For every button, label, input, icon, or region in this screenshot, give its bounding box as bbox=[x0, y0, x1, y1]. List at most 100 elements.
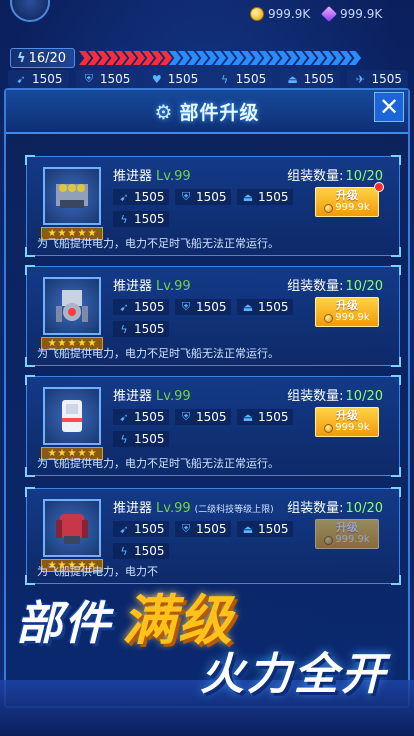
card-corner bbox=[391, 467, 401, 477]
part-description: 为飞船提供电力，电力不足时飞船无法正常运行。 bbox=[37, 457, 279, 470]
part-level: Lv.99 bbox=[156, 389, 191, 404]
lightning-icon: ϟ bbox=[120, 544, 128, 558]
turret-icon: ⏏ bbox=[242, 410, 254, 424]
gem-counter: 999.9K bbox=[321, 4, 383, 24]
stat-value: 1505 bbox=[99, 72, 131, 86]
card-corner bbox=[25, 487, 35, 497]
turret-stat: ⏏ 1505 bbox=[237, 409, 293, 425]
turret-stat: ⏏ 1505 bbox=[237, 189, 293, 205]
upgrade-cost: 999.9k bbox=[316, 312, 378, 324]
attack-stat: ➹ 1505 bbox=[113, 299, 169, 315]
part-card[interactable]: ★ ★ ★ ★ ★ 推进器 Lv.99 组装数量: 10/20 ➹ 1505 ⛨ 1505 ⏏ 1… bbox=[25, 265, 401, 367]
upgrade-label: 升级 bbox=[336, 189, 358, 202]
panel-title: ⚙ 部件升级 bbox=[155, 98, 260, 125]
energy-stat: ϟ 1505 bbox=[113, 211, 169, 227]
slogan-part-a: 部件 bbox=[16, 596, 112, 650]
attack-value: 1505 bbox=[134, 190, 165, 204]
stat-value: 1505 bbox=[371, 72, 402, 86]
upgrade-cost: 999.9k bbox=[316, 534, 378, 546]
gem-icon bbox=[321, 6, 337, 22]
turret-icon: ⏏ bbox=[242, 300, 254, 314]
defense-stat: ⛨ 1505 bbox=[175, 409, 231, 425]
attack-stat: ➹ 1505 bbox=[113, 521, 169, 537]
shield-icon: ⛨ bbox=[181, 410, 191, 423]
stat-item: ⏏ 1505 bbox=[279, 70, 341, 88]
upgrade-cost: 999.9k bbox=[316, 202, 378, 214]
upgrade-label: 升级 bbox=[336, 521, 358, 534]
energy-stat: ϟ 1505 bbox=[113, 543, 169, 559]
player-avatar[interactable] bbox=[10, 0, 50, 22]
energy-segment bbox=[79, 51, 92, 65]
attack-value: 1505 bbox=[134, 410, 165, 424]
defense-stat: ⛨ 1505 bbox=[175, 521, 231, 537]
energy-stat-value: 1505 bbox=[134, 432, 165, 446]
stat-value: 1505 bbox=[32, 72, 63, 86]
upgrade-cost-value: 999.9k bbox=[335, 534, 370, 545]
thruster-icon bbox=[62, 400, 82, 432]
thruster-icon bbox=[56, 290, 88, 322]
upgrade-button[interactable]: 升级 999.9k bbox=[315, 519, 379, 549]
alert-dot bbox=[374, 182, 384, 192]
energy-badge: ϟ 16/20 bbox=[10, 48, 76, 68]
attack-value: 1505 bbox=[134, 300, 165, 314]
turret-icon: ⏏ bbox=[242, 190, 254, 204]
upgrade-button[interactable]: 升级 999.9k bbox=[315, 407, 379, 437]
defense-value: 1505 bbox=[196, 522, 227, 536]
panel-title-text: 部件升级 bbox=[179, 102, 260, 124]
assembly-count: 组装数量: 10/20 bbox=[287, 385, 383, 404]
shield-icon: ⛨ bbox=[181, 300, 191, 313]
part-card[interactable]: ★ ★ ★ ★ ★ 推进器 Lv.99 组装数量: 10/20 ➹ 1505 ⛨ 1505 ⏏ 1… bbox=[25, 375, 401, 477]
part-name-text: 推进器 bbox=[113, 279, 153, 294]
shield-icon: ⛨ bbox=[84, 72, 94, 85]
energy-stat-value: 1505 bbox=[134, 212, 165, 226]
assembly-count: 组装数量: 10/20 bbox=[287, 165, 383, 184]
part-card[interactable]: ★ ★ ★ ★ ★ 推进器 Lv.99 组装数量: 10/20 ➹ 1505 ⛨ 1505 ⏏ 1… bbox=[25, 155, 401, 257]
coin-icon bbox=[324, 203, 334, 213]
part-name: 推进器 Lv.99 bbox=[113, 275, 195, 294]
part-level: Lv.99 bbox=[156, 501, 191, 516]
assembly-count: 组装数量: 10/20 bbox=[287, 497, 383, 516]
upgrade-button[interactable]: 升级 999.9k bbox=[315, 297, 379, 327]
close-button[interactable]: ✕ bbox=[374, 92, 404, 122]
energy-bar bbox=[79, 51, 406, 65]
card-corner bbox=[391, 247, 401, 257]
gear-icon: ⚙ bbox=[154, 99, 174, 124]
coin-value: 999.9K bbox=[268, 7, 311, 21]
ship-icon: ✈ bbox=[355, 72, 366, 86]
count-label: 组装数量: bbox=[287, 501, 344, 516]
upgrade-button[interactable]: 升级 999.9k bbox=[315, 182, 384, 217]
stat-item: ⛨ 1505 bbox=[75, 70, 137, 88]
part-level: Lv.99 bbox=[156, 279, 191, 294]
upgrade-label: 升级 bbox=[336, 299, 358, 312]
part-name: 推进器 Lv.99 bbox=[113, 165, 195, 184]
stat-value: 1505 bbox=[303, 72, 335, 86]
count-value: 10/20 bbox=[345, 389, 383, 404]
lightning-icon: ϟ bbox=[120, 212, 128, 226]
count-label: 组装数量: bbox=[287, 389, 344, 404]
energy-row: ϟ 16/20 bbox=[10, 48, 406, 68]
lightning-icon: ϟ bbox=[120, 432, 128, 446]
energy-stat: ϟ 1505 bbox=[113, 321, 169, 337]
part-thumbnail bbox=[43, 167, 101, 225]
upgrade-label: 升级 bbox=[336, 409, 358, 422]
card-corner bbox=[25, 155, 35, 165]
slogan-line-2: 火力全开 bbox=[200, 649, 388, 700]
stat-value: 1505 bbox=[167, 72, 199, 86]
gem-value: 999.9K bbox=[340, 7, 383, 21]
part-description: 为飞船提供电力，电力不足时飞船无法正常运行。 bbox=[37, 347, 279, 360]
thruster-icon bbox=[56, 184, 88, 208]
part-thumbnail bbox=[43, 387, 101, 445]
shield-icon: ⛨ bbox=[181, 522, 191, 535]
part-name-text: 推进器 bbox=[113, 501, 153, 516]
part-note: (二级科技等级上限) bbox=[194, 505, 274, 515]
turret-stat: ⏏ 1505 bbox=[237, 299, 293, 315]
count-value: 10/20 bbox=[345, 279, 383, 294]
energy-value: 16/20 bbox=[28, 50, 67, 66]
coin-icon bbox=[324, 423, 334, 433]
part-level: Lv.99 bbox=[156, 169, 191, 184]
stat-item: ✈ 1505 bbox=[347, 70, 408, 88]
energy-stat: ϟ 1505 bbox=[113, 431, 169, 447]
turret-stat: ⏏ 1505 bbox=[237, 521, 293, 537]
turret-value: 1505 bbox=[258, 190, 289, 204]
defense-value: 1505 bbox=[196, 300, 227, 314]
